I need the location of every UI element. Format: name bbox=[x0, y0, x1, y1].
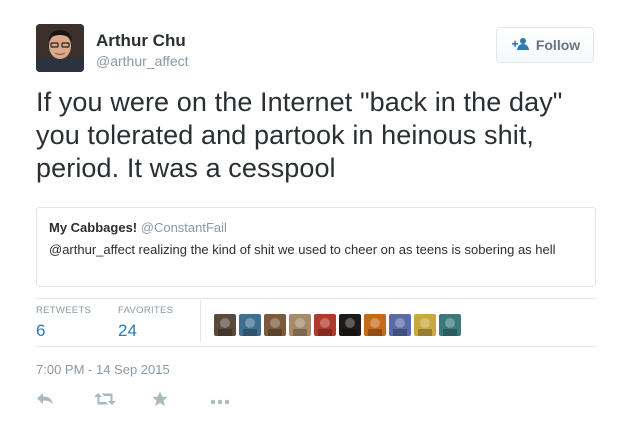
stats-top-divider bbox=[36, 298, 596, 299]
favoriters-list bbox=[214, 314, 461, 336]
favoriter-avatar-9[interactable] bbox=[414, 314, 436, 336]
favoriter-avatar-2[interactable] bbox=[239, 314, 261, 336]
quoted-tweet-text: @arthur_affect realizing the kind of shi… bbox=[49, 242, 556, 257]
favoriter-avatar-10[interactable] bbox=[439, 314, 461, 336]
favoriter-avatar-7[interactable] bbox=[364, 314, 386, 336]
tweet-timestamp[interactable]: 7:00 PM - 14 Sep 2015 bbox=[36, 362, 170, 377]
author-handle[interactable]: @arthur_affect bbox=[96, 53, 189, 69]
favoriter-avatar-3[interactable] bbox=[264, 314, 286, 336]
favoriter-avatar-8[interactable] bbox=[389, 314, 411, 336]
reply-button[interactable] bbox=[36, 390, 94, 412]
tweet-actions bbox=[36, 390, 268, 412]
add-user-icon bbox=[510, 37, 530, 54]
quoted-tweet[interactable]: My Cabbages! @ConstantFail @arthur_affec… bbox=[36, 207, 596, 287]
favorite-star-icon bbox=[152, 391, 168, 412]
follow-button[interactable]: Follow bbox=[496, 27, 594, 63]
favoriter-avatar-6[interactable] bbox=[339, 314, 361, 336]
quoted-tweet-author-name: My Cabbages! bbox=[49, 220, 138, 235]
favoriter-avatar-1[interactable] bbox=[214, 314, 236, 336]
more-options-button[interactable] bbox=[210, 390, 268, 412]
tweet-text: If you were on the Internet "back in the… bbox=[36, 87, 563, 183]
favorites-label: FAVORITES bbox=[118, 305, 174, 316]
favorites-count: 24 bbox=[118, 321, 137, 340]
favoriter-avatar-4[interactable] bbox=[289, 314, 311, 336]
stats-bottom-divider bbox=[36, 346, 596, 347]
retweets-stat[interactable]: RETWEETS 6 bbox=[36, 305, 91, 341]
retweets-label: RETWEETS bbox=[36, 305, 92, 316]
favoriter-avatar-5[interactable] bbox=[314, 314, 336, 336]
favorite-button[interactable] bbox=[152, 390, 210, 412]
stats-separator bbox=[200, 300, 201, 342]
follow-button-label: Follow bbox=[535, 37, 581, 53]
retweets-count: 6 bbox=[36, 321, 46, 340]
reply-icon bbox=[36, 392, 54, 411]
author-name[interactable]: Arthur Chu bbox=[96, 31, 186, 51]
profile-photo-avatar bbox=[36, 24, 84, 72]
retweet-icon bbox=[94, 392, 116, 411]
retweet-button[interactable] bbox=[94, 390, 152, 412]
more-options-icon bbox=[210, 392, 230, 410]
author-avatar[interactable] bbox=[36, 24, 84, 72]
quoted-tweet-author-handle: @ConstantFail bbox=[140, 220, 227, 235]
quoted-tweet-header: My Cabbages! @ConstantFail bbox=[49, 220, 583, 235]
favorites-stat[interactable]: FAVORITES 24 bbox=[118, 305, 173, 341]
